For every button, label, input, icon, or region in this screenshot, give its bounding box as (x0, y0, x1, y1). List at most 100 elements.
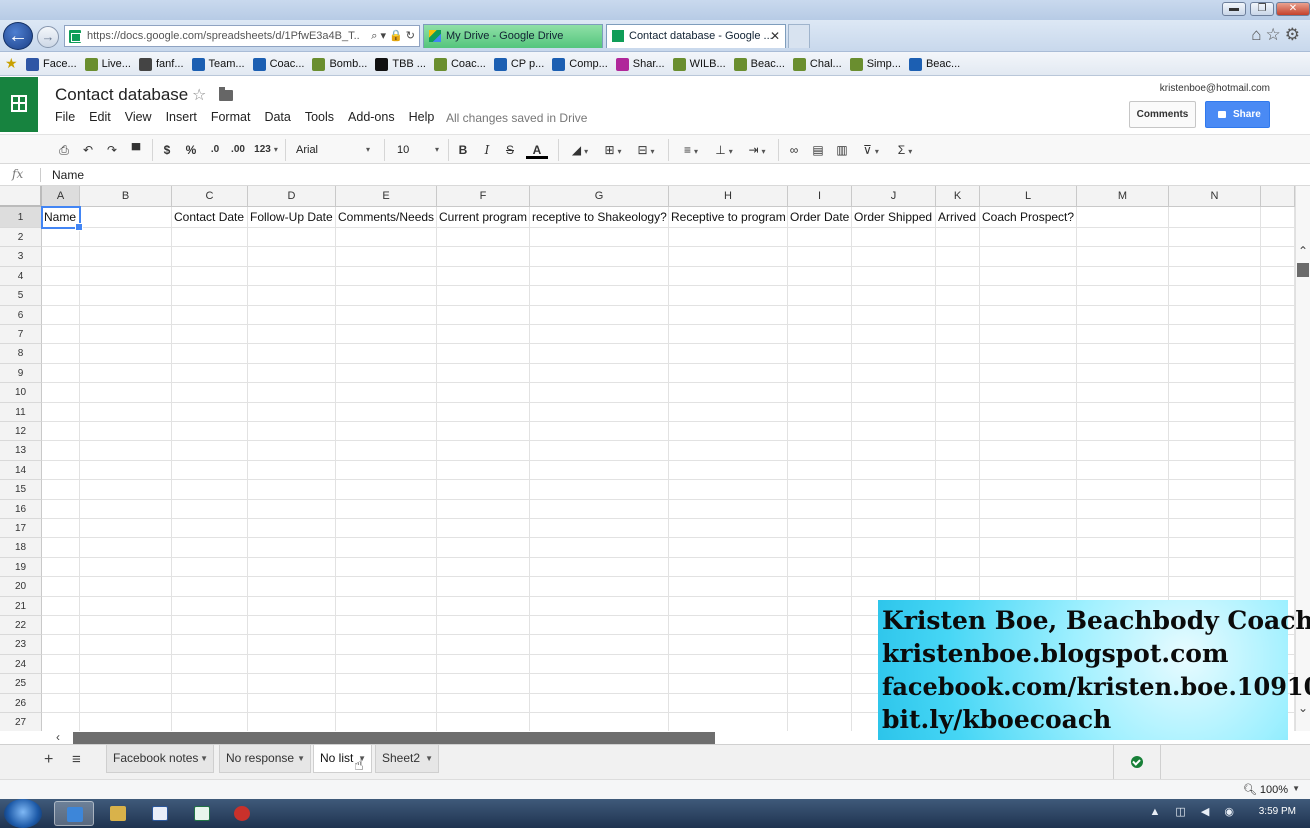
cell[interactable] (936, 441, 980, 461)
cell[interactable] (669, 422, 788, 442)
cell[interactable] (980, 480, 1077, 500)
column-header-k[interactable]: K (936, 186, 980, 207)
cell[interactable] (669, 519, 788, 539)
cell[interactable] (42, 480, 80, 500)
cell[interactable] (530, 693, 669, 713)
cell[interactable] (80, 228, 172, 248)
cell[interactable] (336, 557, 437, 578)
cell[interactable] (172, 674, 248, 694)
cell[interactable] (788, 441, 852, 461)
cell[interactable] (336, 228, 437, 248)
cell[interactable] (1169, 441, 1261, 461)
cell[interactable] (1261, 460, 1295, 481)
bold-button[interactable]: B (456, 141, 470, 159)
cell[interactable] (80, 519, 172, 539)
row-header-20[interactable]: 20 (0, 577, 42, 597)
cell[interactable] (248, 538, 336, 558)
font-select[interactable]: Arial ▾ (296, 140, 372, 160)
cell[interactable] (980, 286, 1077, 306)
cell[interactable] (530, 654, 669, 675)
cell[interactable] (172, 402, 248, 422)
header-cell[interactable]: receptive to Shakeology? (530, 207, 669, 228)
favorite-link[interactable]: CP p... (493, 52, 544, 75)
cell[interactable] (669, 480, 788, 500)
cell[interactable] (669, 460, 788, 481)
cell[interactable] (437, 247, 530, 267)
cell[interactable] (172, 693, 248, 713)
cell[interactable] (530, 616, 669, 636)
cell[interactable] (530, 266, 669, 287)
row-header-3[interactable]: 3 (0, 247, 42, 267)
menu-insert[interactable]: Insert (166, 110, 197, 124)
cell[interactable] (336, 305, 437, 325)
row-header-25[interactable]: 25 (0, 674, 42, 694)
cell[interactable] (1261, 228, 1295, 248)
cell[interactable] (788, 266, 852, 287)
cell[interactable] (42, 519, 80, 539)
column-header-c[interactable]: C (172, 186, 248, 207)
taskbar-ie[interactable] (54, 801, 94, 826)
cell[interactable] (852, 422, 936, 442)
column-header-g[interactable]: G (530, 186, 669, 207)
currency-button[interactable]: $ (160, 141, 174, 159)
column-header-i[interactable]: I (788, 186, 852, 207)
row-header-18[interactable]: 18 (0, 538, 42, 558)
header-cell[interactable] (1169, 207, 1261, 228)
cell[interactable] (852, 519, 936, 539)
favorite-link[interactable]: Face... (26, 52, 77, 75)
cell[interactable] (669, 538, 788, 558)
vertical-align-icon[interactable]: ⊥ ▾ (710, 141, 738, 159)
row-header-17[interactable]: 17 (0, 519, 42, 539)
cell[interactable] (80, 596, 172, 616)
cell[interactable] (248, 247, 336, 267)
sheet-tab-sheet2[interactable]: Sheet2 ▼ (375, 745, 439, 773)
cell[interactable] (936, 519, 980, 539)
merge-cells-icon[interactable]: ⊟ ▾ (631, 141, 661, 159)
cell[interactable] (248, 305, 336, 325)
column-header-n[interactable]: N (1169, 186, 1261, 207)
cell[interactable] (530, 383, 669, 403)
menu-help[interactable]: Help (409, 110, 435, 124)
cell[interactable] (172, 344, 248, 364)
cell[interactable] (336, 654, 437, 675)
cell[interactable] (1261, 305, 1295, 325)
cell[interactable] (172, 499, 248, 519)
cell[interactable] (248, 499, 336, 519)
cell[interactable] (80, 325, 172, 345)
cell[interactable] (936, 577, 980, 597)
user-email[interactable]: kristenboe@hotmail.com (1160, 83, 1270, 94)
cell[interactable] (80, 460, 172, 481)
cell[interactable] (788, 693, 852, 713)
cell[interactable] (669, 228, 788, 248)
cell[interactable] (980, 305, 1077, 325)
cell[interactable] (980, 325, 1077, 345)
cell[interactable] (80, 402, 172, 422)
cell[interactable] (1169, 344, 1261, 364)
cell[interactable] (336, 286, 437, 306)
cell[interactable] (1169, 499, 1261, 519)
cell[interactable] (437, 363, 530, 384)
menu-format[interactable]: Format (211, 110, 251, 124)
cell[interactable] (336, 363, 437, 384)
cell[interactable] (248, 480, 336, 500)
cell[interactable] (336, 383, 437, 403)
cell[interactable] (669, 557, 788, 578)
cell[interactable] (669, 499, 788, 519)
cell[interactable] (980, 383, 1077, 403)
cell[interactable] (530, 402, 669, 422)
chart-icon[interactable]: ▥ (833, 141, 851, 159)
text-wrap-icon[interactable]: ⇥ ▾ (742, 141, 772, 159)
cell[interactable] (936, 266, 980, 287)
cell[interactable] (437, 635, 530, 655)
cell[interactable] (248, 402, 336, 422)
favorite-link[interactable]: Simp... (849, 52, 901, 75)
cell[interactable] (936, 286, 980, 306)
cell[interactable] (936, 499, 980, 519)
cell[interactable] (1169, 228, 1261, 248)
cell[interactable] (788, 286, 852, 306)
cell[interactable] (1077, 383, 1169, 403)
cell[interactable] (980, 441, 1077, 461)
horizontal-align-icon[interactable]: ≡ ▾ (677, 141, 705, 159)
cell[interactable] (248, 422, 336, 442)
favorite-link[interactable]: fanf... (138, 52, 184, 75)
